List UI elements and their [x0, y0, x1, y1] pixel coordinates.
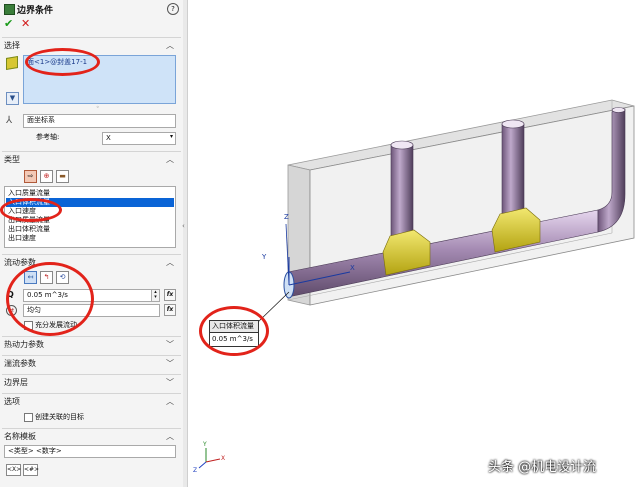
- annotation-ellipse-type: [0, 198, 62, 222]
- divider: [2, 428, 181, 429]
- chevron-up-icon: ︿: [166, 258, 174, 267]
- thermo-header-label: 热动力参数: [4, 340, 44, 349]
- property-manager-panel: 边界条件 ? ✔ ✕ 选择 ︿ 面<1>@封盖17-1 ▼ ◦ ⅄ 面坐标系 参…: [0, 0, 184, 487]
- coord-system-value: 面坐标系: [27, 116, 55, 124]
- turbulence-header-label: 湍流参数: [4, 359, 36, 368]
- flow-openings-icon: ⇨: [27, 172, 34, 180]
- elbow-outlet-cap: [611, 107, 626, 113]
- annotation-ellipse-callout: [199, 306, 269, 356]
- model-view: Y Z X Y X Z: [193, 99, 635, 474]
- collapse-arrow-icon: ‹: [182, 222, 185, 230]
- chevron-down-icon: ▾: [169, 133, 173, 140]
- selection-header-label: 选择: [4, 41, 20, 50]
- coord-system-field[interactable]: 面坐标系: [23, 114, 176, 128]
- insert-number-tag-button[interactable]: <#>: [23, 464, 39, 476]
- triad-axis-z: [198, 461, 207, 469]
- boundary-layer-section-header[interactable]: 边界层 ﹀: [4, 377, 179, 389]
- name-template-header-label: 名称模板: [4, 432, 36, 441]
- panel-title: 边界条件: [17, 6, 54, 16]
- create-target-label: 创建关联的目标: [35, 413, 84, 421]
- chevron-up-icon: ︿: [166, 432, 174, 441]
- create-target-checkbox[interactable]: [24, 413, 33, 422]
- name-template-value: <类型> <数字>: [8, 447, 62, 455]
- flow-rate-spinner[interactable]: ▴ ▾: [151, 289, 160, 302]
- thermo-section-header[interactable]: 热动力参数 ﹀: [4, 339, 179, 351]
- list-resize-handle[interactable]: ◦: [96, 104, 100, 111]
- chevron-down-icon: ﹀: [166, 378, 174, 387]
- close-icon: ✕: [21, 17, 31, 30]
- divider: [2, 37, 181, 38]
- options-section-header[interactable]: 选项 ︿: [4, 396, 179, 408]
- profile-dependency-button[interactable]: fx: [164, 304, 176, 316]
- divider: [2, 151, 181, 152]
- insert-type-tag-button[interactable]: <X>: [6, 464, 21, 476]
- chevron-up-icon: ︿: [166, 155, 174, 164]
- question-icon: ?: [171, 5, 175, 13]
- pressure-openings-button[interactable]: ⊕: [40, 170, 53, 183]
- boundary-layer-header-label: 边界层: [4, 378, 28, 387]
- options-header-label: 选项: [4, 397, 20, 406]
- help-button[interactable]: ?: [167, 3, 179, 15]
- divider: [2, 393, 181, 394]
- filter-button[interactable]: ▼: [6, 92, 19, 105]
- name-template-input[interactable]: <类型> <数字>: [4, 445, 176, 458]
- triad-y-label: Y: [202, 441, 207, 448]
- checkmark-icon: ✔: [4, 17, 14, 30]
- wall-icon: ▬: [59, 172, 66, 180]
- watermark: 头条 @机电设计流: [488, 460, 597, 475]
- divider: [2, 254, 181, 255]
- type-list-item[interactable]: 入口质量流量: [8, 189, 50, 198]
- pressure-icon: ⊕: [43, 172, 50, 180]
- type-list-item[interactable]: 出口速度: [8, 234, 36, 243]
- coord-system-icon: ⅄: [6, 115, 13, 126]
- local-axis-x-label: X: [350, 264, 355, 272]
- reference-axis-value: X: [106, 134, 111, 142]
- name-template-section-header[interactable]: 名称模板 ︿: [4, 431, 179, 443]
- ok-button[interactable]: ✔: [4, 17, 13, 30]
- chevron-up-icon: ︿: [166, 41, 174, 50]
- reference-axis-label: 参考轴:: [36, 133, 60, 141]
- turbulence-section-header[interactable]: 湍流参数 ﹀: [4, 358, 179, 370]
- triad-axis-x: [205, 458, 221, 463]
- annotation-ellipse-flow: [6, 262, 94, 336]
- local-axis-z-label: Z: [284, 213, 289, 221]
- branch-1-outlet-cap: [390, 140, 414, 150]
- chevron-down-icon: ﹀: [166, 340, 174, 349]
- filter-icon: ▼: [9, 94, 16, 102]
- type-list-item[interactable]: 出口体积流量: [8, 225, 50, 234]
- triad-z-label: Z: [193, 467, 197, 474]
- divider: [2, 374, 181, 375]
- reference-axis-select[interactable]: X ▾: [102, 132, 176, 145]
- chevron-down-icon: ﹀: [166, 359, 174, 368]
- face-select-icon: [6, 55, 18, 71]
- fx-icon: fx: [166, 306, 174, 313]
- flow-openings-button[interactable]: ⇨: [24, 170, 37, 183]
- divider: [2, 336, 181, 337]
- annotation-ellipse-face: [25, 48, 100, 76]
- flow-rate-dependency-button[interactable]: fx: [164, 289, 176, 301]
- cancel-button[interactable]: ✕: [21, 17, 30, 30]
- type-header-label: 类型: [4, 155, 20, 164]
- local-axis-y-label: Y: [261, 253, 267, 261]
- triad-x-label: X: [221, 455, 225, 462]
- graphics-viewport[interactable]: Y Z X Y X Z 入口体积流量 0.05 m^3/s 头条 @机电设计流: [188, 0, 640, 487]
- selection-section-header[interactable]: 选择 ︿: [4, 40, 179, 52]
- type-section-header[interactable]: 类型 ︿: [4, 154, 179, 166]
- boundary-condition-icon: [4, 4, 15, 15]
- chevron-up-icon: ︿: [166, 397, 174, 406]
- branch-2-outlet-cap: [501, 119, 525, 129]
- wall-button[interactable]: ▬: [56, 170, 69, 183]
- fx-icon: fx: [166, 291, 174, 298]
- divider: [2, 355, 181, 356]
